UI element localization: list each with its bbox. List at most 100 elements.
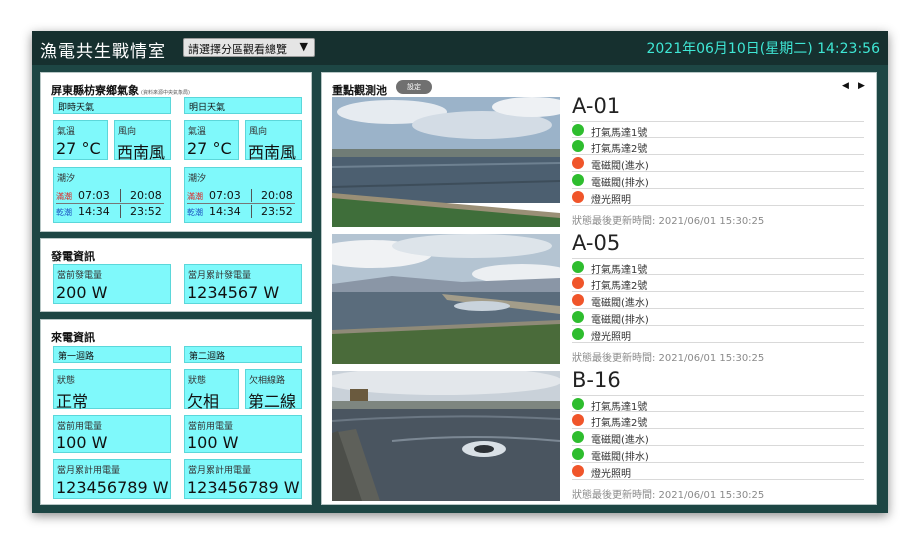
status-dot <box>572 431 584 443</box>
current-tide-label: 潮汐 <box>57 174 76 184</box>
low-tide-tag: 乾潮 <box>187 208 203 217</box>
pond-photo <box>332 234 560 364</box>
device-row: 打氣馬達1號 <box>572 258 864 276</box>
prev-page-icon[interactable]: ◀ <box>842 81 849 91</box>
status-dot <box>572 157 584 169</box>
monthly-generation-card: 當月累計發電量 1234567 W <box>184 264 302 304</box>
current-weather-header: 即時天氣 <box>53 97 171 114</box>
circuit-1-monthly-label: 當月累計用電量 <box>57 466 121 476</box>
app-title: 漁電共生戰情室 <box>40 42 166 62</box>
device-label: 打氣馬達2號 <box>591 144 648 155</box>
circuit-2-monthly-card: 當月累計用電量 123456789 W <box>184 459 302 499</box>
device-label: 打氣馬達1號 <box>591 265 648 276</box>
device-label: 電磁閥(進水) <box>591 161 649 172</box>
high-tide-time-1: 07:03 <box>78 189 110 202</box>
circuit-2-header: 第二迴路 <box>184 346 302 363</box>
settings-button[interactable]: 設定 <box>396 80 432 94</box>
status-dot <box>572 174 584 186</box>
device-row: 打氣馬達2號 <box>572 275 864 292</box>
status-dot <box>572 448 584 460</box>
tomorrow-wind-value: 西南風 <box>248 143 297 162</box>
circuit-2-phase-label: 欠相線路 <box>249 376 286 386</box>
circuit-1-status-value: 正常 <box>56 392 89 411</box>
current-low-tide-row: 乾潮 14:34 23:52 <box>56 205 168 219</box>
device-label: 電磁閥(排水) <box>591 178 649 189</box>
monthly-generation-label: 當月累計發電量 <box>188 271 252 281</box>
last-updated: 狀態最後更新時間: 2021/06/01 15:30:25 <box>572 353 765 364</box>
device-label: 電磁閥(進水) <box>591 298 649 309</box>
status-dot <box>572 414 584 426</box>
device-row: 燈光照明 <box>572 189 864 206</box>
status-dot <box>572 328 584 340</box>
status-dot <box>572 261 584 273</box>
circuit-2-status-value: 欠相 <box>187 392 220 411</box>
tomorrow-temp-value: 27 °C <box>187 139 232 158</box>
current-temp-label: 氣溫 <box>57 127 76 137</box>
top-bar: 漁電共生戰情室 請選擇分區觀看總覽 ▼ 2021年06月10日(星期二) 14:… <box>32 31 888 65</box>
generation-panel: 發電資訊 當前發電量 200 W 當月累計發電量 1234567 W <box>40 238 312 312</box>
device-row: 打氣馬達1號 <box>572 395 864 413</box>
tomorrow-tide-label: 潮汐 <box>188 174 207 184</box>
weather-panel: 屏東縣枋寮鄉氣象 (資料來源中央氣象局) 即時天氣 氣溫 27 °C 風向 西南風… <box>40 72 312 232</box>
current-tide-card: 潮汐 滿潮 07:03 20:08 乾潮 14:34 23:52 <box>53 167 171 223</box>
circuit-1-monthly-card: 當月累計用電量 123456789 W <box>53 459 171 499</box>
current-temp-card: 氣溫 27 °C <box>53 120 108 160</box>
current-high-tide-row: 滿潮 07:03 20:08 <box>56 189 168 203</box>
zone-select[interactable]: 請選擇分區觀看總覽 ▼ <box>183 38 315 57</box>
circuit-2-phase-card: 欠相線路 第二線 <box>245 369 302 411</box>
current-generation-label: 當前發電量 <box>57 271 103 281</box>
low-tide-tag: 乾潮 <box>56 208 72 217</box>
circuit-2-monthly-value: 123456789 W <box>187 478 300 497</box>
device-row: 電磁閥(進水) <box>572 292 864 309</box>
zone-select-label: 請選擇分區觀看總覽 <box>188 43 287 56</box>
consumption-panel: 來電資訊 第一迴路 狀態 正常 當前用電量 100 W 當月累計用電量 1234… <box>40 319 312 505</box>
high-tide-time-1: 07:03 <box>209 189 241 202</box>
device-label: 燈光照明 <box>591 469 631 480</box>
device-label: 打氣馬達1號 <box>591 128 648 139</box>
low-tide-time-2: 23:52 <box>261 205 293 218</box>
device-row: 電磁閥(排水) <box>572 446 864 463</box>
high-tide-tag: 滿潮 <box>56 192 72 201</box>
current-wind-label: 風向 <box>118 127 137 137</box>
device-label: 電磁閥(進水) <box>591 435 649 446</box>
tomorrow-temp-card: 氣溫 27 °C <box>184 120 239 160</box>
low-tide-time-2: 23:52 <box>130 205 162 218</box>
high-tide-time-2: 20:08 <box>261 189 293 202</box>
circuit-1-monthly-value: 123456789 W <box>56 478 169 497</box>
device-label: 打氣馬達2號 <box>591 418 648 429</box>
current-generation-value: 200 W <box>56 283 108 302</box>
divider <box>120 189 121 202</box>
monitor-title: 重點觀測池 <box>332 84 387 97</box>
divider <box>120 205 121 218</box>
status-dot <box>572 465 584 477</box>
dropdown-arrow-icon: ▼ <box>299 40 308 53</box>
circuit-2-current-card: 當前用電量 100 W <box>184 415 302 453</box>
low-tide-time-1: 14:34 <box>209 205 241 218</box>
circuit-1-status-card: 狀態 正常 <box>53 369 171 411</box>
low-tide-time-1: 14:34 <box>78 205 110 218</box>
device-row: 打氣馬達2號 <box>572 138 864 155</box>
pond-name: A-05 <box>572 231 621 255</box>
circuit-1-current-value: 100 W <box>56 433 108 452</box>
status-dot <box>572 311 584 323</box>
last-updated: 狀態最後更新時間: 2021/06/01 15:30:25 <box>572 216 765 227</box>
device-row: 燈光照明 <box>572 326 864 343</box>
next-page-icon[interactable]: ▶ <box>858 81 865 91</box>
pond-name: A-01 <box>572 94 621 118</box>
tomorrow-wind-label: 風向 <box>249 127 268 137</box>
circuit-2-current-label: 當前用電量 <box>188 422 234 432</box>
device-row: 燈光照明 <box>572 463 864 480</box>
tomorrow-temp-label: 氣溫 <box>188 127 207 137</box>
divider <box>187 203 295 204</box>
pond-photo <box>332 371 560 501</box>
device-label: 打氣馬達1號 <box>591 402 648 413</box>
device-row: 電磁閥(進水) <box>572 429 864 446</box>
tomorrow-wind-card: 風向 西南風 <box>245 120 302 162</box>
high-tide-time-2: 20:08 <box>130 189 162 202</box>
device-row: 電磁閥(進水) <box>572 155 864 172</box>
device-label: 燈光照明 <box>591 195 631 206</box>
dashboard-frame: 漁電共生戰情室 請選擇分區觀看總覽 ▼ 2021年06月10日(星期二) 14:… <box>32 31 888 513</box>
last-updated: 狀態最後更新時間: 2021/06/01 15:30:25 <box>572 490 765 501</box>
pond-photo <box>332 97 560 227</box>
divider <box>56 203 164 204</box>
